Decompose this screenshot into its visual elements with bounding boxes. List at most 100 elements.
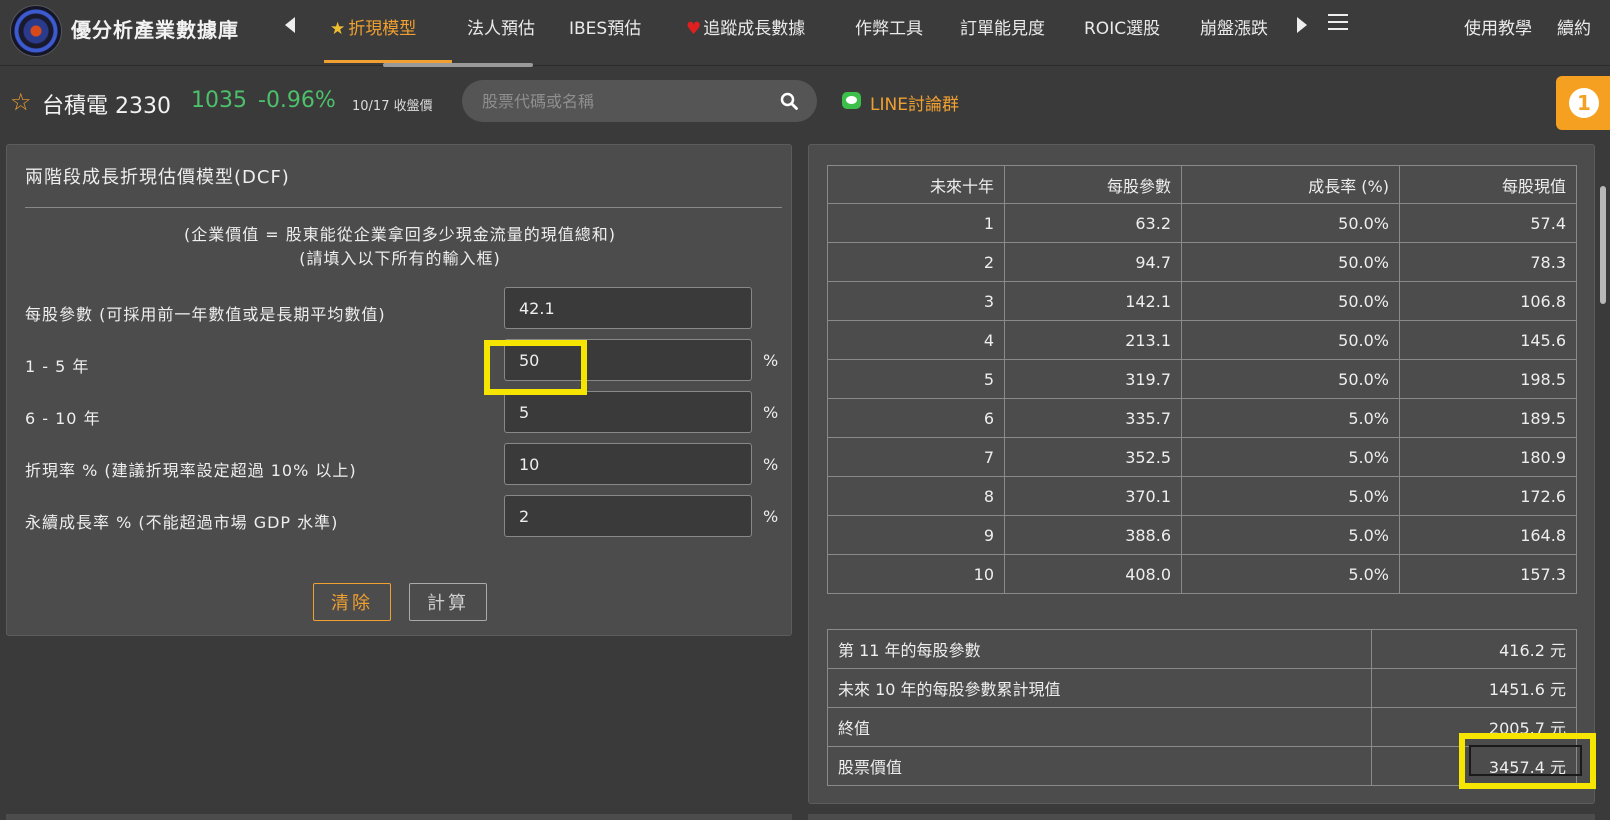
discount-rate-input[interactable] [504, 443, 752, 485]
table-cell: 57.4 [1399, 203, 1577, 243]
table-cell: 5 [827, 359, 1005, 399]
summary-label: 股票價值 [827, 746, 1372, 786]
table-cell: 8 [827, 476, 1005, 516]
stock-search-input[interactable] [462, 80, 817, 122]
highlight-annotation [1459, 733, 1596, 789]
nav-item-cheat-tools[interactable]: 作弊工具 [855, 14, 923, 39]
table-cell: 94.7 [1004, 242, 1182, 282]
nav-item-crash-rally[interactable]: 崩盤漲跌 [1200, 14, 1274, 39]
summary-row: 第 11 年的每股參數 416.2 元 [827, 629, 1577, 669]
terminal-growth-input[interactable] [504, 495, 752, 537]
nav-scroll-right-icon[interactable] [1297, 17, 1307, 33]
table-cell: 198.5 [1399, 359, 1577, 399]
terminal-growth-unit: % [763, 507, 779, 526]
calculate-button[interactable]: 計算 [409, 583, 487, 621]
page-scrollbar[interactable] [1600, 186, 1606, 304]
stock-price: 1035 [191, 88, 247, 113]
eps-input[interactable] [504, 287, 752, 329]
star-icon: ★ [330, 19, 346, 39]
nav-scroll-left-icon[interactable] [285, 17, 295, 33]
table-cell: 164.8 [1399, 515, 1577, 555]
table-cell: 63.2 [1004, 203, 1182, 243]
stock-name: 台積電 2330 [42, 94, 171, 119]
table-cell: 145.6 [1399, 320, 1577, 360]
growth-1-5-unit: % [763, 351, 779, 370]
discount-rate-unit: % [763, 455, 779, 474]
projection-table: 未來十年 每股參數 成長率 (%) 每股現值 1 63.2 50.0% 57.4 29… [827, 165, 1577, 594]
table-cell: 388.6 [1004, 515, 1182, 555]
table-cell: 4 [827, 320, 1005, 360]
table-cell: 6 [827, 398, 1005, 438]
line-icon[interactable] [842, 92, 861, 109]
dcf-input-panel: 兩階段成長折現估價模型(DCF) (企業價值 = 股東能從企業拿回多少現金流量的… [6, 144, 792, 636]
growth-6-10-unit: % [763, 403, 779, 422]
table-cell: 5.0% [1181, 437, 1400, 477]
nav-item-roic-screener[interactable]: ROIC選股 [1084, 14, 1160, 39]
growth-6-10-input[interactable] [504, 391, 752, 433]
table-cell: 335.7 [1004, 398, 1182, 438]
table-cell: 172.6 [1399, 476, 1577, 516]
table-cell: 408.0 [1004, 554, 1182, 594]
table-row: 2 94.7 50.0% 78.3 [827, 242, 1577, 282]
notification-count: 1 [1569, 88, 1599, 118]
table-row: 4 213.1 50.0% 145.6 [827, 320, 1577, 360]
nav-item-growth-tracking[interactable]: ♥ 追蹤成長數據 [686, 14, 805, 39]
table-row: 3 142.1 50.0% 106.8 [827, 281, 1577, 321]
table-cell: 180.9 [1399, 437, 1577, 477]
brand-logo[interactable] [10, 5, 62, 57]
selection-outline [1469, 745, 1582, 776]
table-cell: 5.0% [1181, 398, 1400, 438]
menu-icon[interactable] [1328, 14, 1348, 30]
search-icon[interactable] [780, 92, 798, 110]
column-header: 每股參數 [1004, 165, 1182, 204]
table-cell: 213.1 [1004, 320, 1182, 360]
table-cell: 1 [827, 203, 1005, 243]
brand-name[interactable]: 優分析產業數據庫 [71, 14, 239, 43]
heart-icon: ♥ [686, 19, 702, 39]
table-cell: 7 [827, 437, 1005, 477]
table-cell: 50.0% [1181, 203, 1400, 243]
table-cell: 352.5 [1004, 437, 1182, 477]
table-row: 6 335.7 5.0% 189.5 [827, 398, 1577, 438]
table-cell: 319.7 [1004, 359, 1182, 399]
table-cell: 5.0% [1181, 554, 1400, 594]
table-cell: 189.5 [1399, 398, 1577, 438]
clear-button[interactable]: 清除 [313, 583, 391, 621]
summary-label: 第 11 年的每股參數 [827, 629, 1372, 669]
summary-value: 416.2 元 [1371, 629, 1577, 669]
table-cell: 2 [827, 242, 1005, 282]
table-row: 1 63.2 50.0% 57.4 [827, 203, 1577, 243]
table-row: 8 370.1 5.0% 172.6 [827, 476, 1577, 516]
table-cell: 370.1 [1004, 476, 1182, 516]
summary-label: 終值 [827, 707, 1372, 747]
table-cell: 50.0% [1181, 281, 1400, 321]
table-cell: 5.0% [1181, 476, 1400, 516]
table-cell: 157.3 [1399, 554, 1577, 594]
price-date: 10/17 收盤價 [352, 99, 433, 114]
tutorial-link[interactable]: 使用教學 [1464, 14, 1532, 39]
nav-item-ibes-forecast[interactable]: IBES預估 [569, 14, 641, 39]
growth-6-10-label: 6 - 10 年 [25, 409, 101, 428]
stock-header: ☆ 台積電 2330 1035 -0.96% 10/17 收盤價 LINE討論群 [0, 78, 1610, 124]
table-row: 5 319.7 50.0% 198.5 [827, 359, 1577, 399]
summary-row: 未來 10 年的每股參數累計現值 1451.6 元 [827, 668, 1577, 708]
nav-item-order-visibility[interactable]: 訂單能見度 [960, 14, 1045, 39]
subtitle-line-2: (請填入以下所有的輸入框) [299, 249, 501, 268]
subtitle-line-1: (企業價值 = 股東能從企業拿回多少現金流量的現值總和) [183, 225, 617, 244]
table-cell: 50.0% [1181, 359, 1400, 399]
nav-item-dcf[interactable]: ★ 折現模型 [330, 14, 416, 39]
table-header-row: 未來十年 每股參數 成長率 (%) 每股現值 [827, 165, 1577, 204]
nav-item-institutional-forecast[interactable]: 法人預估 [467, 14, 535, 39]
nav-scrollbar[interactable] [383, 63, 533, 67]
terminal-growth-label: 永續成長率 % (不能超過市場 GDP 水準) [25, 513, 339, 532]
top-navbar: 優分析產業數據庫 ★ 折現模型 法人預估 IBES預估 ♥ 追蹤成長數據 作弊工具 … [0, 0, 1610, 67]
table-cell: 9 [827, 515, 1005, 555]
table-cell: 50.0% [1181, 242, 1400, 282]
discount-rate-label: 折現率 % (建議折現率設定超過 10% 以上) [25, 461, 357, 480]
notification-badge[interactable]: 1 [1556, 76, 1610, 130]
favorite-star-icon[interactable]: ☆ [10, 88, 32, 116]
line-group-link[interactable]: LINE討論群 [870, 90, 959, 115]
renew-link[interactable]: 續約 [1557, 14, 1591, 39]
table-cell: 5.0% [1181, 515, 1400, 555]
column-header: 每股現值 [1399, 165, 1577, 204]
